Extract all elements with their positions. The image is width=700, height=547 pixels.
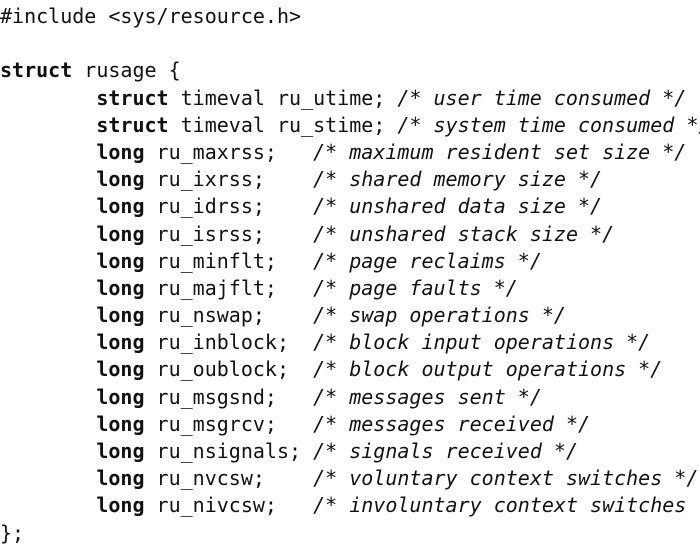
field-type-keyword: long xyxy=(96,221,145,246)
field-indent xyxy=(0,249,96,273)
struct-open-line: struct rusage { xyxy=(0,57,700,84)
field-declaration: ru_majflt; xyxy=(144,275,314,300)
struct-field-line: long ru_minflt; /* page reclaims */ xyxy=(0,248,700,275)
struct-field-line: long ru_maxrss; /* maximum resident set … xyxy=(0,139,700,166)
field-comment: /* page faults */ xyxy=(313,275,518,300)
field-declaration: timeval ru_stime; xyxy=(168,112,398,137)
field-indent xyxy=(0,194,96,218)
field-type-keyword: long xyxy=(96,466,145,491)
field-comment: /* page reclaims */ xyxy=(313,248,542,273)
field-indent xyxy=(0,167,96,191)
field-declaration: ru_nswap; xyxy=(144,303,314,328)
struct-field-line: struct timeval ru_stime; /* system time … xyxy=(0,112,700,139)
field-comment: /* maximum resident set size */ xyxy=(313,139,687,164)
include-line: #include <sys/resource.h> xyxy=(0,4,302,28)
struct-field-line: long ru_ixrss; /* shared memory size */ xyxy=(0,166,700,193)
field-indent xyxy=(0,466,96,490)
field-type-keyword: long xyxy=(96,139,145,164)
field-declaration: ru_idrss; xyxy=(144,194,314,219)
field-comment: /* swap operations */ xyxy=(313,303,566,328)
field-comment: /* user time consumed */ xyxy=(397,85,687,110)
field-indent xyxy=(0,86,96,110)
field-indent xyxy=(0,357,96,381)
field-indent xyxy=(0,412,96,436)
field-comment: /* system time consumed */ xyxy=(397,112,700,137)
field-indent xyxy=(0,439,96,463)
field-declaration: ru_nivcsw; xyxy=(144,493,314,518)
field-declaration: ru_minflt; xyxy=(144,248,314,273)
field-type-keyword: struct xyxy=(96,112,169,137)
field-type-keyword: long xyxy=(96,275,145,300)
field-indent xyxy=(0,140,96,164)
struct-field-line: long ru_msgsnd; /* messages sent */ xyxy=(0,384,700,411)
struct-name: rusage { xyxy=(72,58,181,83)
field-type-keyword: long xyxy=(96,357,145,382)
field-comment: /* signals received */ xyxy=(313,439,578,463)
field-type-keyword: long xyxy=(96,411,145,436)
code-block: #include <sys/resource.h> struct rusage … xyxy=(0,3,700,547)
field-indent xyxy=(0,303,96,327)
field-declaration: ru_nsignals; xyxy=(144,439,314,463)
struct-field-line: struct timeval ru_utime; /* user time co… xyxy=(0,85,700,112)
field-type-keyword: long xyxy=(96,194,145,219)
struct-field-line: long ru_nswap; /* swap operations */ xyxy=(0,302,700,329)
field-comment: /* unshared stack size */ xyxy=(313,221,615,246)
struct-fields: struct timeval ru_utime; /* user time co… xyxy=(0,85,700,520)
field-type-keyword: struct xyxy=(96,85,169,110)
struct-field-line: long ru_nsignals; /* signals received */ xyxy=(0,438,700,465)
field-comment: /* messages received */ xyxy=(313,411,591,436)
struct-keyword: struct xyxy=(0,58,73,83)
field-comment: /* shared memory size */ xyxy=(313,167,603,192)
field-indent xyxy=(0,276,96,300)
field-type-keyword: long xyxy=(96,439,145,463)
struct-field-line: long ru_nvcsw; /* voluntary context swit… xyxy=(0,465,700,492)
struct-field-line: long ru_msgrcv; /* messages received */ xyxy=(0,411,700,438)
struct-field-line: long ru_isrss; /* unshared stack size */ xyxy=(0,221,700,248)
field-comment: /* unshared data size */ xyxy=(313,194,603,219)
field-comment: /* block input operations */ xyxy=(313,330,651,355)
field-declaration: ru_isrss; xyxy=(144,221,314,246)
struct-field-line: long ru_nivcsw; /* involuntary context s… xyxy=(0,492,700,519)
field-type-keyword: long xyxy=(96,248,145,273)
field-declaration: ru_msgsnd; xyxy=(144,384,314,409)
field-type-keyword: long xyxy=(96,493,145,518)
field-indent xyxy=(0,222,96,246)
field-declaration: ru_nvcsw; xyxy=(144,466,314,491)
field-indent xyxy=(0,113,96,137)
struct-close-line: }; xyxy=(0,520,25,545)
struct-field-line: long ru_oublock; /* block output operati… xyxy=(0,356,700,383)
struct-field-line: long ru_idrss; /* unshared data size */ xyxy=(0,193,700,220)
field-declaration: timeval ru_utime; xyxy=(168,85,398,110)
field-indent xyxy=(0,330,96,354)
field-declaration: ru_msgrcv; xyxy=(144,411,314,436)
field-type-keyword: long xyxy=(96,167,145,192)
field-comment: /* block output operations */ xyxy=(313,357,663,382)
field-type-keyword: long xyxy=(96,384,145,409)
field-declaration: ru_oublock; xyxy=(144,357,314,382)
field-declaration: ru_inblock; xyxy=(144,330,314,355)
field-declaration: ru_ixrss; xyxy=(144,167,314,192)
struct-field-line: long ru_majflt; /* page faults */ xyxy=(0,275,700,302)
field-type-keyword: long xyxy=(96,330,145,355)
field-indent xyxy=(0,493,96,517)
field-comment: /* involuntary context switches */ xyxy=(313,493,700,518)
field-type-keyword: long xyxy=(96,303,145,328)
field-comment: /* messages sent */ xyxy=(313,384,542,409)
field-declaration: ru_maxrss; xyxy=(144,139,314,164)
field-indent xyxy=(0,385,96,409)
field-comment: /* voluntary context switches */ xyxy=(313,466,699,491)
struct-field-line: long ru_inblock; /* block input operatio… xyxy=(0,329,700,356)
